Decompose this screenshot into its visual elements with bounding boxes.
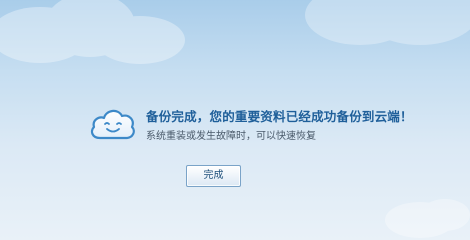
backup-complete-message: 备份完成，您的重要资料已经成功备份到云端！ 系统重装或发生故障时，可以快速恢复 xyxy=(88,100,448,150)
background-cloud xyxy=(385,199,470,238)
done-button[interactable]: 完成 xyxy=(186,165,241,187)
message-title: 备份完成，您的重要资料已经成功备份到云端！ xyxy=(146,109,413,124)
background-cloud xyxy=(305,0,470,45)
background-cloud xyxy=(0,0,185,64)
smiling-cloud-icon xyxy=(90,109,135,140)
message-subtitle: 系统重装或发生故障时，可以快速恢复 xyxy=(146,131,316,142)
